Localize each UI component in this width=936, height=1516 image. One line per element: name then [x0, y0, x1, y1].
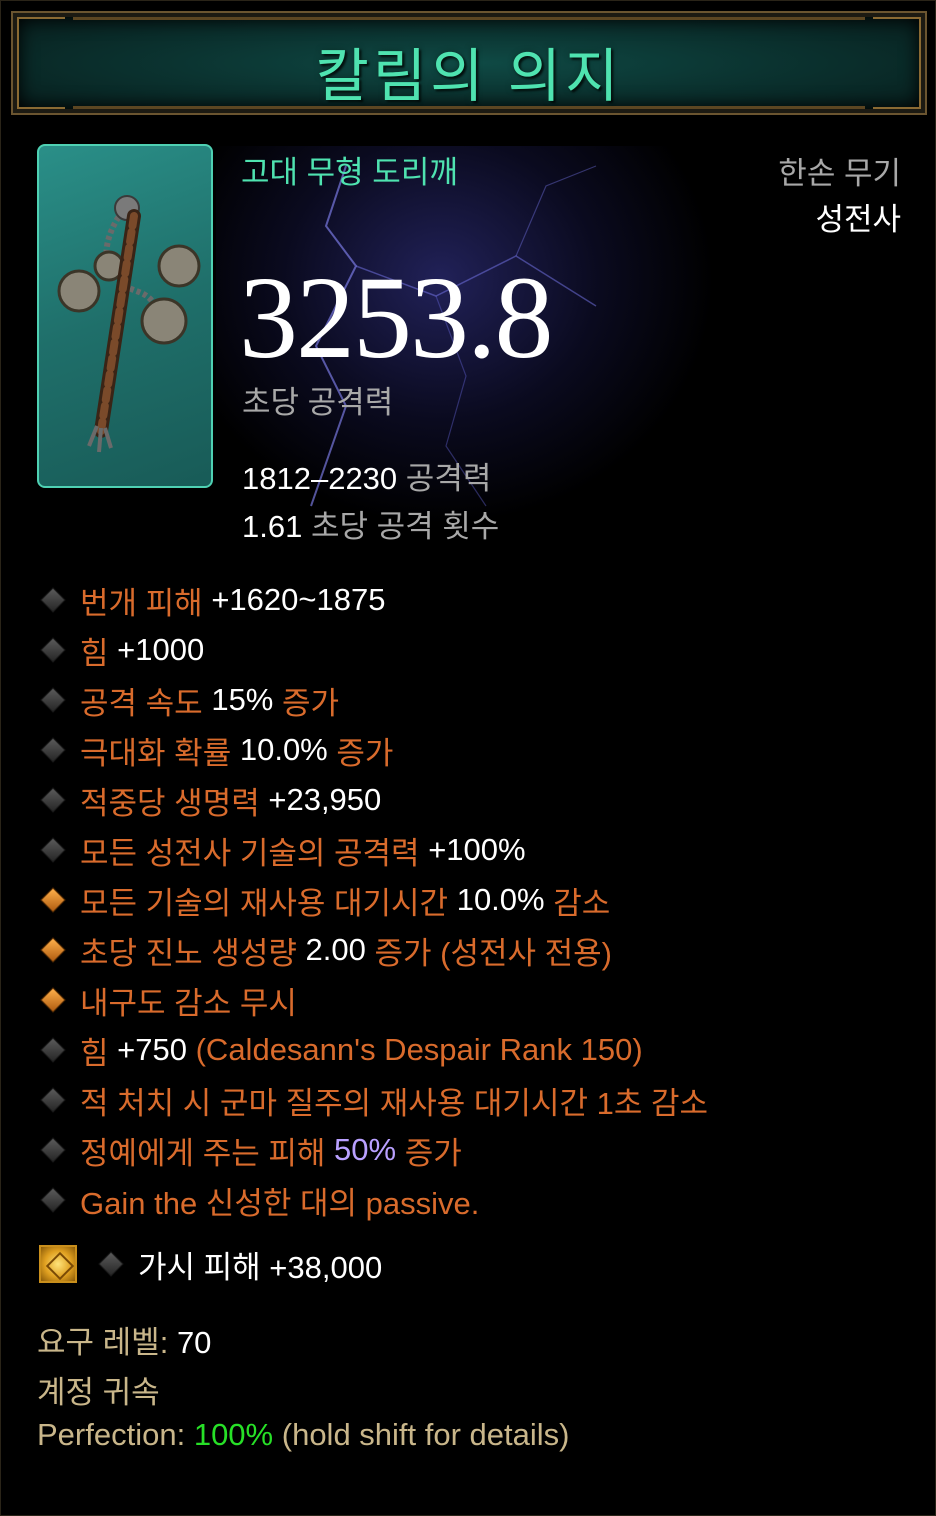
affix-row: 번개 피해 +1620~1875 — [37, 575, 708, 625]
affix-value: 10.0% — [239, 732, 328, 767]
affix-bullet-icon — [98, 1251, 124, 1277]
affix-label: 공격 속도 — [80, 685, 203, 721]
required-level: 요구 레벨: 70 — [37, 1317, 211, 1362]
perfection-value: 100% — [193, 1417, 274, 1452]
attack-speed-value: 1.61 — [242, 509, 303, 544]
socket-row: 가시 피해 +38,000 — [39, 1241, 382, 1287]
topaz-gem-icon[interactable] — [39, 1245, 77, 1283]
affix-bullet-icon — [40, 637, 66, 663]
affix-row: Gain the 신성한 대의 passive. — [37, 1175, 708, 1225]
socket-text: 가시 피해 +38,000 — [138, 1249, 383, 1285]
affix-bullet-icon — [40, 587, 66, 613]
item-tooltip: 칼림의 의지 고대 무형 도리깨 한손 무기 성전사 3253.8 초당 공격력… — [0, 0, 936, 1516]
affix-label: 번개 피해 — [80, 585, 203, 621]
affix-label: 적 처치 시 군마 질주의 재사용 대기시간 1초 감소 — [80, 1085, 709, 1121]
affix-bullet-icon — [40, 1137, 66, 1163]
affix-row: 적 처치 시 군마 질주의 재사용 대기시간 1초 감소 — [37, 1075, 708, 1125]
perfection-hint: (hold shift for details) — [281, 1417, 570, 1452]
legendary-bullet-icon — [40, 887, 66, 913]
damage-range-value: 1812–2230 — [242, 461, 398, 496]
affix-row: 힘 +750 (Caldesann's Despair Rank 150) — [37, 1025, 708, 1075]
affix-bullet-icon — [40, 1037, 66, 1063]
affix-bullet-icon — [40, 837, 66, 863]
affix-row: 모든 기술의 재사용 대기시간 10.0% 감소 — [37, 875, 708, 925]
affix-bullet-icon — [40, 687, 66, 713]
attack-speed-label: 초당 공격 횟수 — [310, 509, 500, 544]
affix-label: 내구도 감소 무시 — [80, 985, 297, 1021]
affix-row: 공격 속도 15% 증가 — [37, 675, 708, 725]
affix-value: 2.00 — [305, 932, 366, 967]
affix-bullet-icon — [40, 787, 66, 813]
item-type: 고대 무형 도리깨 — [241, 155, 458, 190]
legendary-bullet-icon — [40, 937, 66, 963]
affix-suffix: (Caldesann's Despair Rank 150) — [195, 1032, 643, 1067]
affix-value: 15% — [211, 682, 274, 717]
affix-bullet-icon — [40, 737, 66, 763]
affix-label: Gain the 신성한 대의 passive. — [80, 1185, 480, 1221]
header-trim — [73, 17, 865, 20]
affix-suffix: 감소 — [553, 885, 611, 921]
affix-suffix: 증가 — [282, 685, 340, 721]
perfection-label: Perfection: — [37, 1417, 186, 1452]
affix-value: 50% — [334, 1132, 397, 1167]
affix-row: 적중당 생명력 +23,950 — [37, 775, 708, 825]
affix-label: 모든 기술의 재사용 대기시간 — [80, 885, 449, 921]
item-icon[interactable] — [37, 144, 213, 488]
class-label: 성전사 — [815, 202, 901, 237]
damage-range-line: 1812–2230 공격력 — [242, 453, 491, 498]
affix-label: 초당 진노 생성량 — [80, 935, 297, 971]
affix-value: +1620~1875 — [211, 582, 386, 617]
affix-value: +1000 — [117, 632, 205, 667]
affix-value: +750 — [117, 1032, 187, 1067]
affix-label: 힘 — [80, 635, 109, 671]
affix-row: 모든 성전사 기술의 공격력 +100% — [37, 825, 708, 875]
affix-row: 초당 진노 생성량 2.00 증가 (성전사 전용) — [37, 925, 708, 975]
dps-label: 초당 공격력 — [242, 385, 394, 420]
account-bound: 계정 귀속 — [37, 1375, 160, 1410]
affix-value: +100% — [428, 832, 526, 867]
affix-label: 힘 — [80, 1035, 109, 1071]
dps-value: 3253.8 — [239, 252, 553, 383]
item-slot: 한손 무기 성전사 — [778, 151, 901, 243]
tooltip-header: 칼림의 의지 — [11, 11, 927, 115]
legendary-bullet-icon — [40, 987, 66, 1013]
affix-bullet-icon — [40, 1087, 66, 1113]
perfection-line: Perfection: 100% (hold shift for details… — [37, 1417, 569, 1453]
affix-label: 극대화 확률 — [80, 735, 232, 771]
affix-list: 번개 피해 +1620~1875 힘 +1000 공격 속도 15% 증가 극대… — [37, 575, 708, 1225]
affix-row: 극대화 확률 10.0% 증가 — [37, 725, 708, 775]
affix-row: 힘 +1000 — [37, 625, 708, 675]
affix-suffix: 증가 — [404, 1135, 462, 1171]
required-level-label: 요구 레벨: — [37, 1325, 169, 1360]
affix-row: 정예에게 주는 피해 50% 증가 — [37, 1125, 708, 1175]
affix-suffix: 증가 — [336, 735, 394, 771]
item-name: 칼림의 의지 — [315, 44, 623, 109]
required-level-value: 70 — [176, 1325, 212, 1360]
affix-value: +23,950 — [268, 782, 382, 817]
slot-label: 한손 무기 — [778, 156, 901, 191]
affix-row: 내구도 감소 무시 — [37, 975, 708, 1025]
attack-speed-line: 1.61 초당 공격 횟수 — [242, 501, 499, 546]
affix-suffix: 증가 (성전사 전용) — [374, 935, 612, 971]
affix-bullet-icon — [40, 1187, 66, 1213]
damage-range-label: 공격력 — [405, 461, 492, 496]
affix-label: 모든 성전사 기술의 공격력 — [80, 835, 420, 871]
flail-icon — [57, 195, 201, 453]
affix-value: 10.0% — [456, 882, 545, 917]
affix-label: 정예에게 주는 피해 — [80, 1135, 326, 1171]
affix-label: 적중당 생명력 — [80, 785, 260, 821]
